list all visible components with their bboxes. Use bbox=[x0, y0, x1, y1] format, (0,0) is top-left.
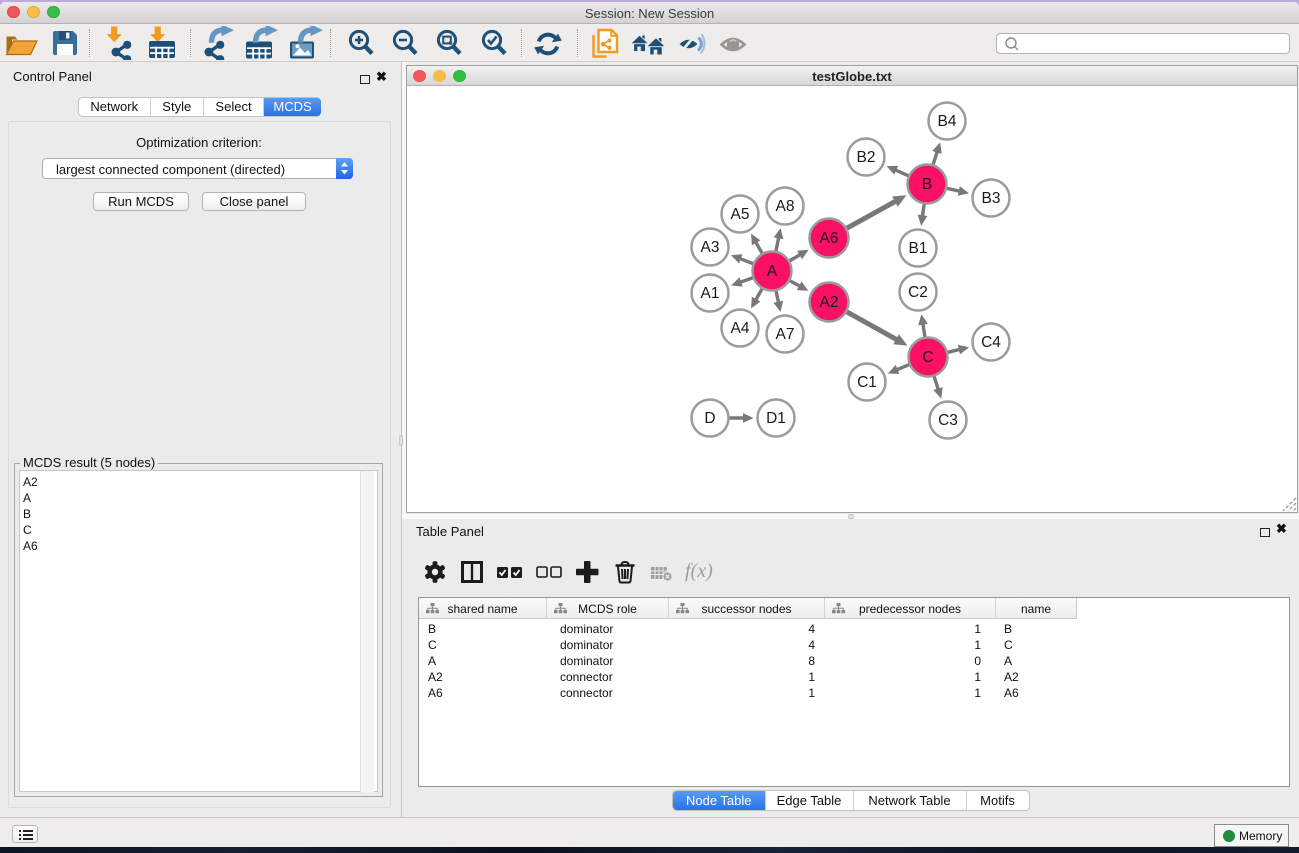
svg-text:C3: C3 bbox=[938, 412, 958, 429]
svg-text:A: A bbox=[767, 263, 778, 280]
svg-text:C1: C1 bbox=[857, 374, 877, 391]
svg-text:C4: C4 bbox=[981, 334, 1001, 351]
svg-text:D: D bbox=[704, 410, 715, 427]
svg-text:C2: C2 bbox=[908, 284, 928, 301]
svg-text:A7: A7 bbox=[776, 326, 795, 343]
svg-text:B4: B4 bbox=[938, 113, 957, 130]
svg-text:D1: D1 bbox=[766, 410, 786, 427]
svg-text:C: C bbox=[922, 349, 933, 366]
svg-text:A3: A3 bbox=[701, 239, 720, 256]
svg-text:B1: B1 bbox=[909, 240, 928, 257]
svg-text:A8: A8 bbox=[776, 198, 795, 215]
svg-text:B: B bbox=[922, 176, 932, 193]
svg-text:A4: A4 bbox=[731, 320, 750, 337]
svg-text:A5: A5 bbox=[731, 206, 750, 223]
svg-text:A1: A1 bbox=[701, 285, 720, 302]
svg-text:B2: B2 bbox=[857, 149, 876, 166]
svg-text:A6: A6 bbox=[820, 230, 839, 247]
svg-text:A2: A2 bbox=[820, 294, 839, 311]
svg-text:B3: B3 bbox=[982, 190, 1001, 207]
